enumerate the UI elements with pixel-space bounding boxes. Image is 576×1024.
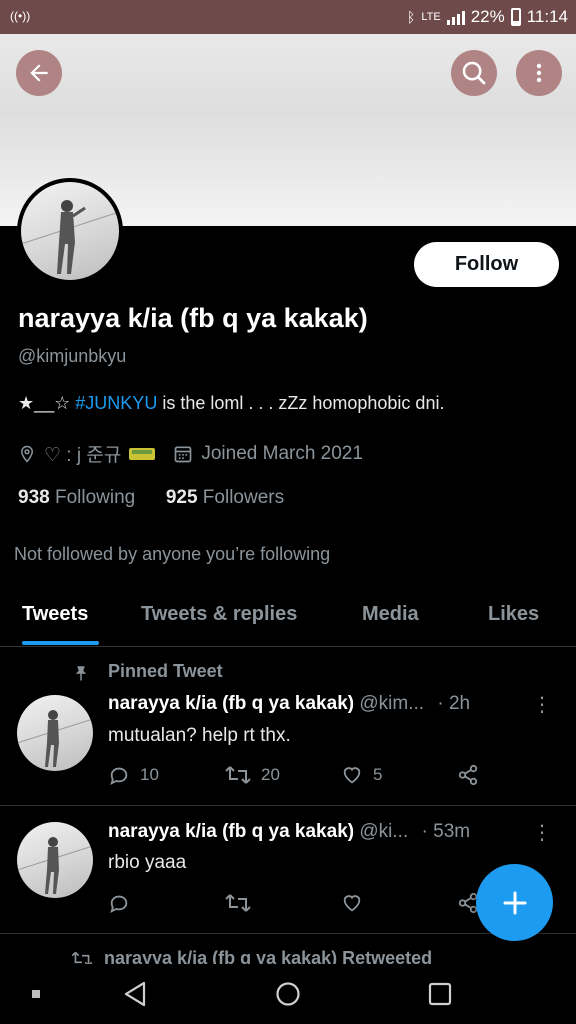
reply-count: 10 [140, 765, 159, 784]
share-button[interactable] [457, 764, 479, 786]
nav-recents-icon[interactable] [428, 982, 452, 1006]
reply-button[interactable]: 10 [108, 764, 159, 786]
tweet-header: narayya k/ia (fb q ya kakak) @kim... · 2… [108, 693, 470, 715]
reply-button[interactable] [108, 892, 130, 914]
followers-link[interactable]: 925 Followers [166, 487, 284, 508]
joined-date: Joined March 2021 [201, 442, 363, 464]
tweet-author-name[interactable]: narayya k/ia (fb q ya kakak) [108, 821, 354, 842]
nav-home-icon[interactable] [275, 981, 301, 1007]
tweet-actions [108, 892, 488, 916]
status-bar: ((•)) ᛒ LTE 22% 11:14 [0, 0, 576, 34]
profile-name: narayya k/ia (fb q ya kakak) [18, 303, 368, 333]
following-count: 938 [18, 487, 50, 508]
pinned-label: Pinned Tweet [108, 661, 223, 681]
tweet-avatar[interactable] [17, 695, 93, 771]
nav-back-icon[interactable] [122, 980, 148, 1008]
back-arrow-icon [30, 64, 48, 82]
tweet-author-handle: @ki... [359, 821, 409, 842]
profile-avatar[interactable] [17, 178, 123, 284]
like-button[interactable]: 5 [341, 764, 382, 786]
train-emoji-icon [129, 447, 156, 460]
heart-icon [343, 895, 361, 912]
signal-icon [446, 9, 465, 25]
lte-indicator: LTE [421, 11, 441, 23]
followers-count: 925 [165, 487, 198, 508]
tweet-text: mutualan? help rt thx. [108, 725, 291, 746]
search-icon [462, 61, 486, 85]
calendar-icon [175, 446, 192, 462]
pin-icon [75, 666, 87, 682]
profile-bio: ★__☆ #JUNKYU is the loml . . . zZz homop… [18, 393, 444, 414]
tweet-header: narayya k/ia (fb q ya kakak) @ki... · 53… [108, 821, 470, 843]
tweet-author-handle: @kim... [359, 693, 425, 714]
nav-dot-indicator [32, 990, 40, 998]
location-icon [20, 445, 34, 463]
active-tab-indicator [22, 641, 99, 645]
tweet-text: rbio yaaa [108, 852, 187, 873]
system-nav-bar [0, 964, 576, 1024]
more-options-button[interactable] [516, 50, 562, 96]
retweet-button[interactable] [225, 892, 251, 914]
profile-location: ♡ : j 준규 [44, 445, 122, 466]
battery-percent: 22% [470, 7, 505, 26]
battery-icon [510, 8, 521, 26]
bio-hashtag-link[interactable]: #JUNKYU [75, 393, 157, 413]
like-button[interactable] [341, 892, 363, 914]
tweet-avatar[interactable] [17, 822, 93, 898]
follow-counts: 938 Following 925 Followers [18, 487, 284, 509]
profile-meta: ♡ : j 준규 Joined March 2021 [18, 440, 363, 467]
tab-media[interactable]: Media [362, 603, 419, 626]
profile-handle: @kimjunbkyu [18, 346, 127, 366]
tweet-time: · 2h [437, 693, 471, 714]
tab-tweets[interactable]: Tweets [22, 603, 88, 626]
heart-icon [343, 767, 361, 784]
bio-prefix: ★__☆ [18, 393, 76, 413]
retweet-button[interactable]: 20 [225, 764, 280, 786]
clock: 11:14 [526, 7, 568, 26]
profile-tabs: Tweets Tweets & replies Media Likes [0, 592, 576, 647]
retweet-icon [225, 766, 251, 784]
share-icon [458, 764, 478, 786]
compose-tweet-button[interactable] [476, 864, 553, 941]
tweet-time: · 53m [421, 821, 471, 842]
followers-label: Followers [202, 487, 285, 508]
plus-icon [503, 891, 526, 914]
tweet-actions: 10 20 5 [108, 764, 488, 788]
tweet-author-name[interactable]: narayya k/ia (fb q ya kakak) [108, 693, 354, 714]
following-label: Following [54, 487, 136, 508]
back-button[interactable] [16, 50, 62, 96]
retweet-icon [225, 894, 251, 912]
not-followed-note: Not followed by anyone you’re following [14, 544, 331, 564]
tab-likes[interactable]: Likes [488, 603, 539, 626]
avatar-photo [17, 710, 93, 767]
tab-tweets-replies[interactable]: Tweets & replies [141, 603, 297, 626]
following-link[interactable]: 938 Following [18, 487, 135, 508]
more-vertical-icon [536, 63, 542, 83]
follow-button[interactable]: Follow [414, 242, 559, 287]
tweet-item[interactable]: Pinned Tweet narayya k/ia (fb q ya kakak… [0, 648, 576, 806]
retweet-count: 20 [261, 765, 280, 784]
hotspot-icon: ((•)) [10, 9, 31, 23]
like-count: 5 [373, 765, 383, 784]
tweet-more-button[interactable]: ⋮ [532, 820, 552, 845]
bio-suffix: is the loml . . . zZz homophobic dni. [157, 393, 445, 413]
search-button[interactable] [451, 50, 497, 96]
reply-icon [110, 767, 128, 786]
tweet-more-button[interactable]: ⋮ [532, 692, 552, 717]
avatar-photo [17, 837, 93, 894]
avatar-photo [21, 200, 119, 274]
reply-icon [110, 895, 128, 914]
bluetooth-icon: ᛒ [406, 9, 416, 25]
